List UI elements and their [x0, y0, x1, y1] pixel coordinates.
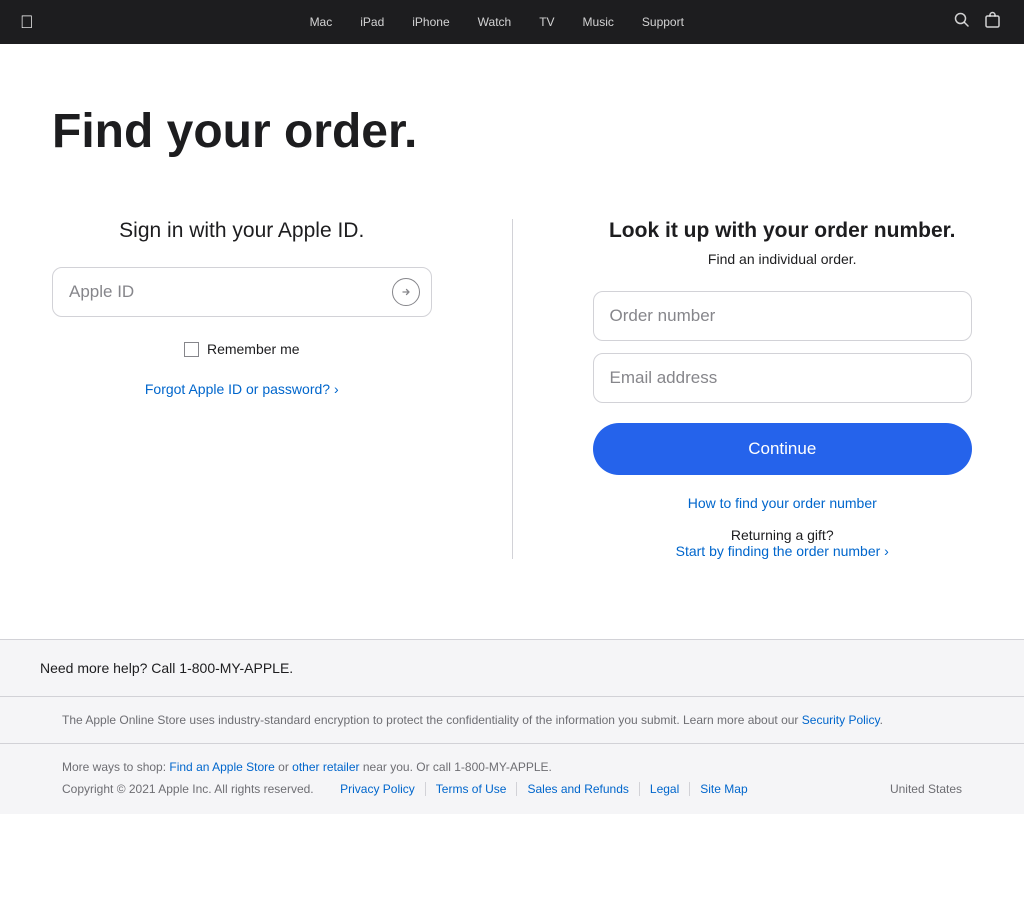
sign-in-section: Sign in with your Apple ID. Remember me … — [52, 219, 432, 559]
footer-bottom: Copyright © 2021 Apple Inc. All rights r… — [62, 780, 962, 798]
other-retailer-link[interactable]: other retailer — [292, 760, 359, 774]
apple-logo-icon[interactable]:  — [20, 12, 34, 33]
nav-tv[interactable]: TV — [525, 15, 568, 29]
remember-me-wrap: Remember me — [52, 341, 432, 357]
legal-link[interactable]: Legal — [640, 782, 690, 796]
apple-id-input-wrap — [52, 267, 432, 317]
sign-in-title: Sign in with your Apple ID. — [52, 219, 432, 243]
remember-me-checkbox[interactable] — [184, 342, 199, 357]
remember-me-label: Remember me — [207, 341, 300, 357]
footer-region: United States — [890, 782, 962, 796]
footer-security-text: The Apple Online Store uses industry-sta… — [62, 713, 962, 727]
security-policy-link[interactable]: Security Policy — [802, 713, 880, 727]
find-apple-store-link[interactable]: Find an Apple Store — [169, 760, 274, 774]
order-number-input[interactable] — [593, 291, 973, 341]
nav-ipad[interactable]: iPad — [346, 15, 398, 29]
start-finding-order-link[interactable]: Start by finding the order number › — [676, 543, 889, 559]
site-map-link[interactable]: Site Map — [690, 782, 757, 796]
apple-id-submit-button[interactable] — [392, 278, 420, 306]
nav-support[interactable]: Support — [628, 15, 698, 29]
footer-security: The Apple Online Store uses industry-sta… — [0, 696, 1024, 743]
navigation:  Mac iPad iPhone Watch TV Music Support — [0, 0, 1024, 44]
help-text: Need more help? Call 1-800-MY-APPLE. — [40, 660, 984, 676]
help-bar: Need more help? Call 1-800-MY-APPLE. — [0, 639, 1024, 696]
apple-id-input[interactable] — [52, 267, 432, 317]
how-to-find-order-link[interactable]: How to find your order number — [593, 495, 973, 511]
nav-mac[interactable]: Mac — [296, 15, 347, 29]
privacy-policy-link[interactable]: Privacy Policy — [330, 782, 426, 796]
footer-links-bar: More ways to shop: Find an Apple Store o… — [0, 743, 1024, 814]
nav-iphone[interactable]: iPhone — [398, 15, 463, 29]
returning-gift-section: Returning a gift? Start by finding the o… — [593, 527, 973, 559]
nav-music[interactable]: Music — [569, 15, 628, 29]
forgot-apple-id-link[interactable]: Forgot Apple ID or password? › — [52, 381, 432, 397]
continue-button[interactable]: Continue — [593, 423, 973, 475]
search-icon[interactable] — [950, 8, 973, 36]
order-lookup-subtitle: Find an individual order. — [593, 251, 973, 267]
nav-watch[interactable]: Watch — [464, 15, 526, 29]
page-title: Find your order. — [52, 104, 972, 159]
sales-and-refunds-link[interactable]: Sales and Refunds — [517, 782, 639, 796]
main-content: Find your order. Sign in with your Apple… — [12, 44, 1012, 639]
order-lookup-title: Look it up with your order number. — [593, 219, 973, 243]
order-lookup-section: Look it up with your order number. Find … — [593, 219, 973, 559]
footer-copyright: Copyright © 2021 Apple Inc. All rights r… — [62, 782, 314, 796]
returning-gift-text: Returning a gift? — [731, 527, 834, 543]
shopping-bag-icon[interactable] — [981, 7, 1004, 37]
section-divider — [512, 219, 513, 559]
footer-shop-text: More ways to shop: Find an Apple Store o… — [62, 760, 962, 774]
terms-of-use-link[interactable]: Terms of Use — [426, 782, 518, 796]
email-address-input[interactable] — [593, 353, 973, 403]
footer-left: Copyright © 2021 Apple Inc. All rights r… — [62, 780, 890, 798]
